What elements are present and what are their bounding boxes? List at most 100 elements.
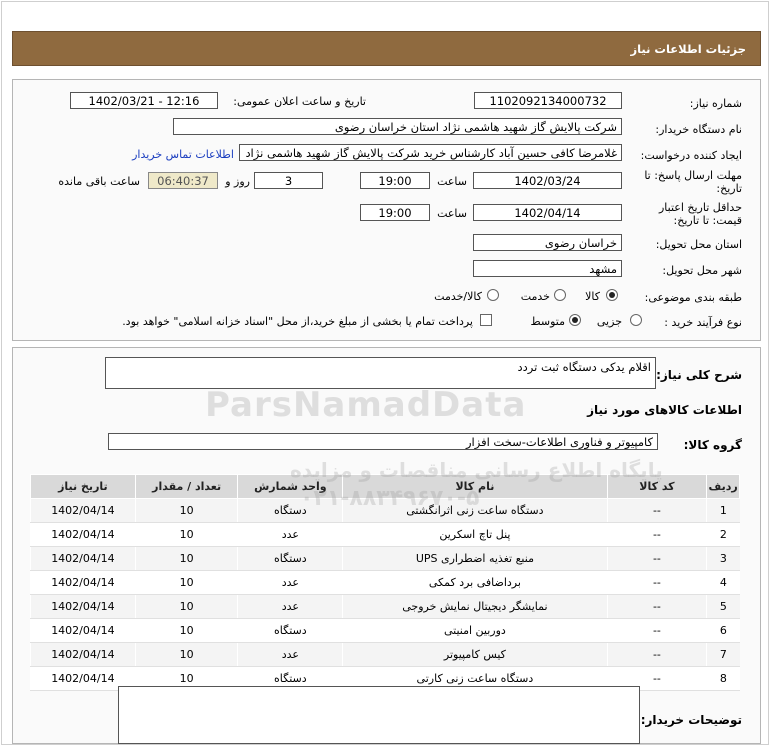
table-row: 5 -- نمایشگر دیجیتال نمایش خروجی عدد 10 1402/…	[30, 594, 740, 619]
buyer-contact-link[interactable]: اطلاعات تماس خریدار	[132, 148, 234, 161]
cell-quantity: 10	[134, 522, 238, 547]
table-row: 1 -- دستگاه ساعت زنی اثرانگشتی دستگاه 10 1402…	[30, 498, 740, 523]
cell-item-code: --	[606, 642, 707, 667]
validity-time-field: 19:00	[360, 204, 430, 221]
goods-group-label: گروه کالا:	[683, 438, 742, 452]
validity-label-2: قیمت: تا تاریخ:	[673, 214, 742, 227]
need-description-label: شرح کلی نیاز:	[656, 368, 742, 382]
deadline-time-label: ساعت	[437, 175, 467, 188]
cell-row-number: 1	[706, 498, 740, 523]
cell-quantity: 10	[134, 498, 238, 523]
buyer-notes-field	[118, 686, 640, 744]
validity-date-field: 1402/04/14	[473, 204, 622, 221]
category-goods-label: کالا	[585, 290, 600, 303]
cell-row-number: 3	[706, 546, 740, 571]
cell-unit: دستگاه	[237, 618, 343, 643]
items-info-heading: اطلاعات کالاهای مورد نیاز	[587, 403, 742, 417]
treasury-payment-note: پرداخت تمام یا بخشی از مبلغ خرید،از محل …	[122, 315, 473, 328]
creator-label: ایجاد کننده درخواست:	[640, 149, 742, 162]
creator-field: غلامرضا کافی حسین آباد کارشناس خرید شرکت…	[239, 144, 622, 161]
cell-need-date: 1402/04/14	[30, 546, 136, 571]
col-unit-header: واحد شمارش	[237, 474, 344, 499]
col-name-header: نام کالا	[342, 474, 608, 499]
page-header: جزئیات اطلاعات نیاز	[12, 31, 761, 66]
page-title: جزئیات اطلاعات نیاز	[630, 42, 746, 56]
category-label: طبقه بندی موضوعی:	[644, 291, 742, 304]
deadline-date-field: 1402/03/24	[473, 172, 622, 189]
cell-need-date: 1402/04/14	[30, 498, 136, 523]
col-qty-header: تعداد / مقدار	[134, 474, 239, 499]
province-label: استان محل تحویل:	[655, 238, 742, 251]
cell-quantity: 10	[134, 570, 238, 595]
cell-item-name: پنل تاچ اسکرین	[342, 522, 608, 547]
cell-quantity: 10	[134, 546, 238, 571]
process-minor-radio[interactable]	[630, 314, 642, 326]
col-code-header: کد کالا	[606, 474, 708, 499]
goods-group-field: کامپیوتر و فناوری اطلاعات-سخت افزار	[108, 433, 658, 450]
days-label: روز و	[225, 175, 250, 188]
buyer-notes-label: توضیحات خریدار:	[640, 713, 742, 727]
cell-need-date: 1402/04/14	[30, 570, 136, 595]
cell-item-code: --	[606, 570, 707, 595]
process-label: نوع فرآیند خرید :	[664, 316, 742, 329]
process-medium-label: متوسط	[530, 315, 565, 328]
treasury-payment-checkbox[interactable]	[480, 314, 492, 326]
cell-item-name: برداضافی برد کمکی	[342, 570, 608, 595]
validity-time-label: ساعت	[437, 207, 467, 220]
cell-item-name: دوربین امنیتی	[342, 618, 608, 643]
process-medium-radio[interactable]	[569, 314, 581, 326]
cell-need-date: 1402/04/14	[30, 642, 136, 667]
cell-need-date: 1402/04/14	[30, 522, 136, 547]
cell-unit: دستگاه	[237, 498, 343, 523]
cell-item-name: منبع تغذیه اضطراری UPS	[342, 546, 608, 571]
col-date-header: تاریخ نیاز	[30, 474, 136, 499]
items-table-header: ردیف کد کالا نام کالا واحد شمارش تعداد /…	[30, 474, 740, 499]
cell-item-name: کیس کامپیوتر	[342, 642, 608, 667]
cell-row-number: 2	[706, 522, 740, 547]
cell-unit: دستگاه	[237, 546, 343, 571]
cell-row-number: 7	[706, 642, 740, 667]
category-service-radio[interactable]	[554, 289, 566, 301]
cell-unit: عدد	[237, 570, 343, 595]
cell-unit: عدد	[237, 642, 343, 667]
table-row: 7 -- کیس کامپیوتر عدد 10 1402/04/14	[30, 642, 740, 667]
category-goods-service-radio[interactable]	[487, 289, 499, 301]
announce-date-field: 1402/03/21 - 12:16	[70, 92, 218, 109]
need-description-field: اقلام یدکی دستگاه ثبت تردد	[105, 357, 656, 389]
cell-need-date: 1402/04/14	[30, 618, 136, 643]
need-number-field: 1102092134000732	[474, 92, 622, 109]
table-row: 3 -- منبع تغذیه اضطراری UPS دستگاه 10 1402/04…	[30, 546, 740, 571]
need-number-label: شماره نیاز:	[689, 97, 742, 110]
cell-item-name: دستگاه ساعت زنی اثرانگشتی	[342, 498, 608, 523]
remaining-time-label: ساعت باقی مانده	[58, 175, 140, 188]
cell-row-number: 5	[706, 594, 740, 619]
items-table-wrap: ردیف کد کالا نام کالا واحد شمارش تعداد /…	[30, 474, 740, 691]
deadline-label: مهلت ارسال پاسخ: تا	[644, 169, 742, 182]
cell-item-code: --	[606, 618, 707, 643]
table-row: 2 -- پنل تاچ اسکرین عدد 10 1402/04/14	[30, 522, 740, 547]
cell-quantity: 10	[134, 618, 238, 643]
days-remaining-field: 3	[254, 172, 323, 189]
city-label: شهر محل تحویل:	[662, 264, 742, 277]
cell-item-code: --	[606, 594, 707, 619]
category-goods-radio[interactable]	[606, 289, 618, 301]
col-row-header: ردیف	[706, 474, 740, 499]
cell-item-code: --	[606, 546, 707, 571]
cell-need-date: 1402/04/14	[30, 594, 136, 619]
deadline-time-field: 19:00	[360, 172, 430, 189]
deadline-label-2: تاریخ:	[716, 182, 742, 195]
table-row: 4 -- برداضافی برد کمکی عدد 10 1402/04/14	[30, 570, 740, 595]
cell-quantity: 10	[134, 594, 238, 619]
cell-item-code: --	[606, 498, 707, 523]
cell-row-number: 4	[706, 570, 740, 595]
cell-unit: عدد	[237, 594, 343, 619]
cell-quantity: 10	[134, 642, 238, 667]
cell-row-number: 6	[706, 618, 740, 643]
category-goods-service-label: کالا/خدمت	[434, 290, 482, 303]
cell-unit: عدد	[237, 522, 343, 547]
buyer-org-label: نام دستگاه خریدار:	[655, 123, 742, 136]
buyer-org-field: شرکت پالایش گاز شهید هاشمی نژاد استان خر…	[173, 118, 622, 135]
validity-label: حداقل تاریخ اعتبار	[658, 201, 742, 214]
items-table: ردیف کد کالا نام کالا واحد شمارش تعداد /…	[30, 474, 740, 691]
province-field: خراسان رضوی	[473, 234, 622, 251]
